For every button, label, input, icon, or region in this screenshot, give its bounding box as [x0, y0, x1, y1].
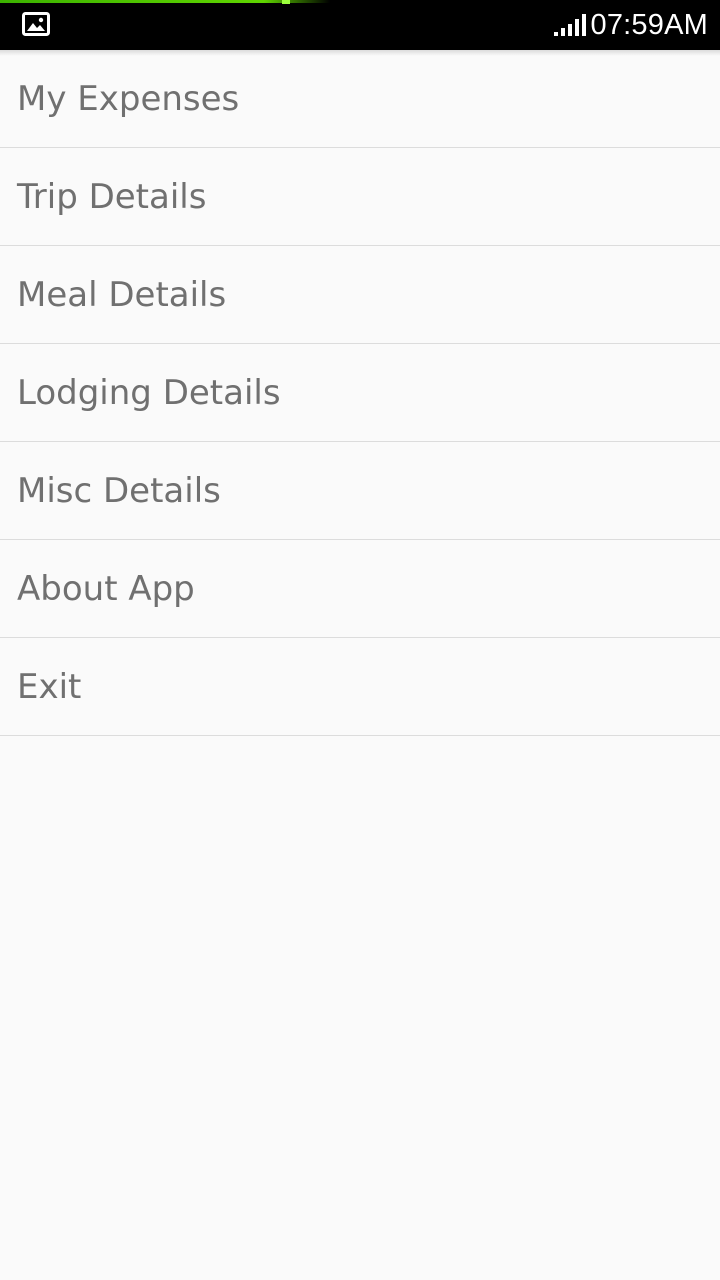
menu-item-label: My Expenses [17, 78, 240, 119]
menu-item-label: About App [17, 568, 195, 609]
status-bar: 07:59AM [0, 0, 720, 50]
status-clock: 07:59AM [590, 8, 708, 41]
header-shadow [0, 50, 720, 56]
status-right-group: 07:59AM [553, 0, 708, 50]
menu-item-about-app[interactable]: About App [0, 540, 720, 638]
menu-item-label: Lodging Details [17, 372, 281, 413]
menu-item-trip-details[interactable]: Trip Details [0, 148, 720, 246]
menu-item-label: Trip Details [17, 176, 207, 217]
menu-item-my-expenses[interactable]: My Expenses [0, 50, 720, 148]
download-progress-tip [282, 0, 290, 4]
menu-item-label: Exit [17, 666, 82, 707]
menu-item-label: Misc Details [17, 470, 221, 511]
signal-bars-icon [553, 14, 586, 36]
menu-item-lodging-details[interactable]: Lodging Details [0, 344, 720, 442]
menu-item-meal-details[interactable]: Meal Details [0, 246, 720, 344]
menu-item-misc-details[interactable]: Misc Details [0, 442, 720, 540]
main-menu-list: My Expenses Trip Details Meal Details Lo… [0, 50, 720, 736]
menu-item-exit[interactable]: Exit [0, 638, 720, 736]
menu-item-label: Meal Details [17, 274, 227, 315]
download-progress-indicator [0, 0, 330, 3]
image-icon [22, 12, 50, 36]
